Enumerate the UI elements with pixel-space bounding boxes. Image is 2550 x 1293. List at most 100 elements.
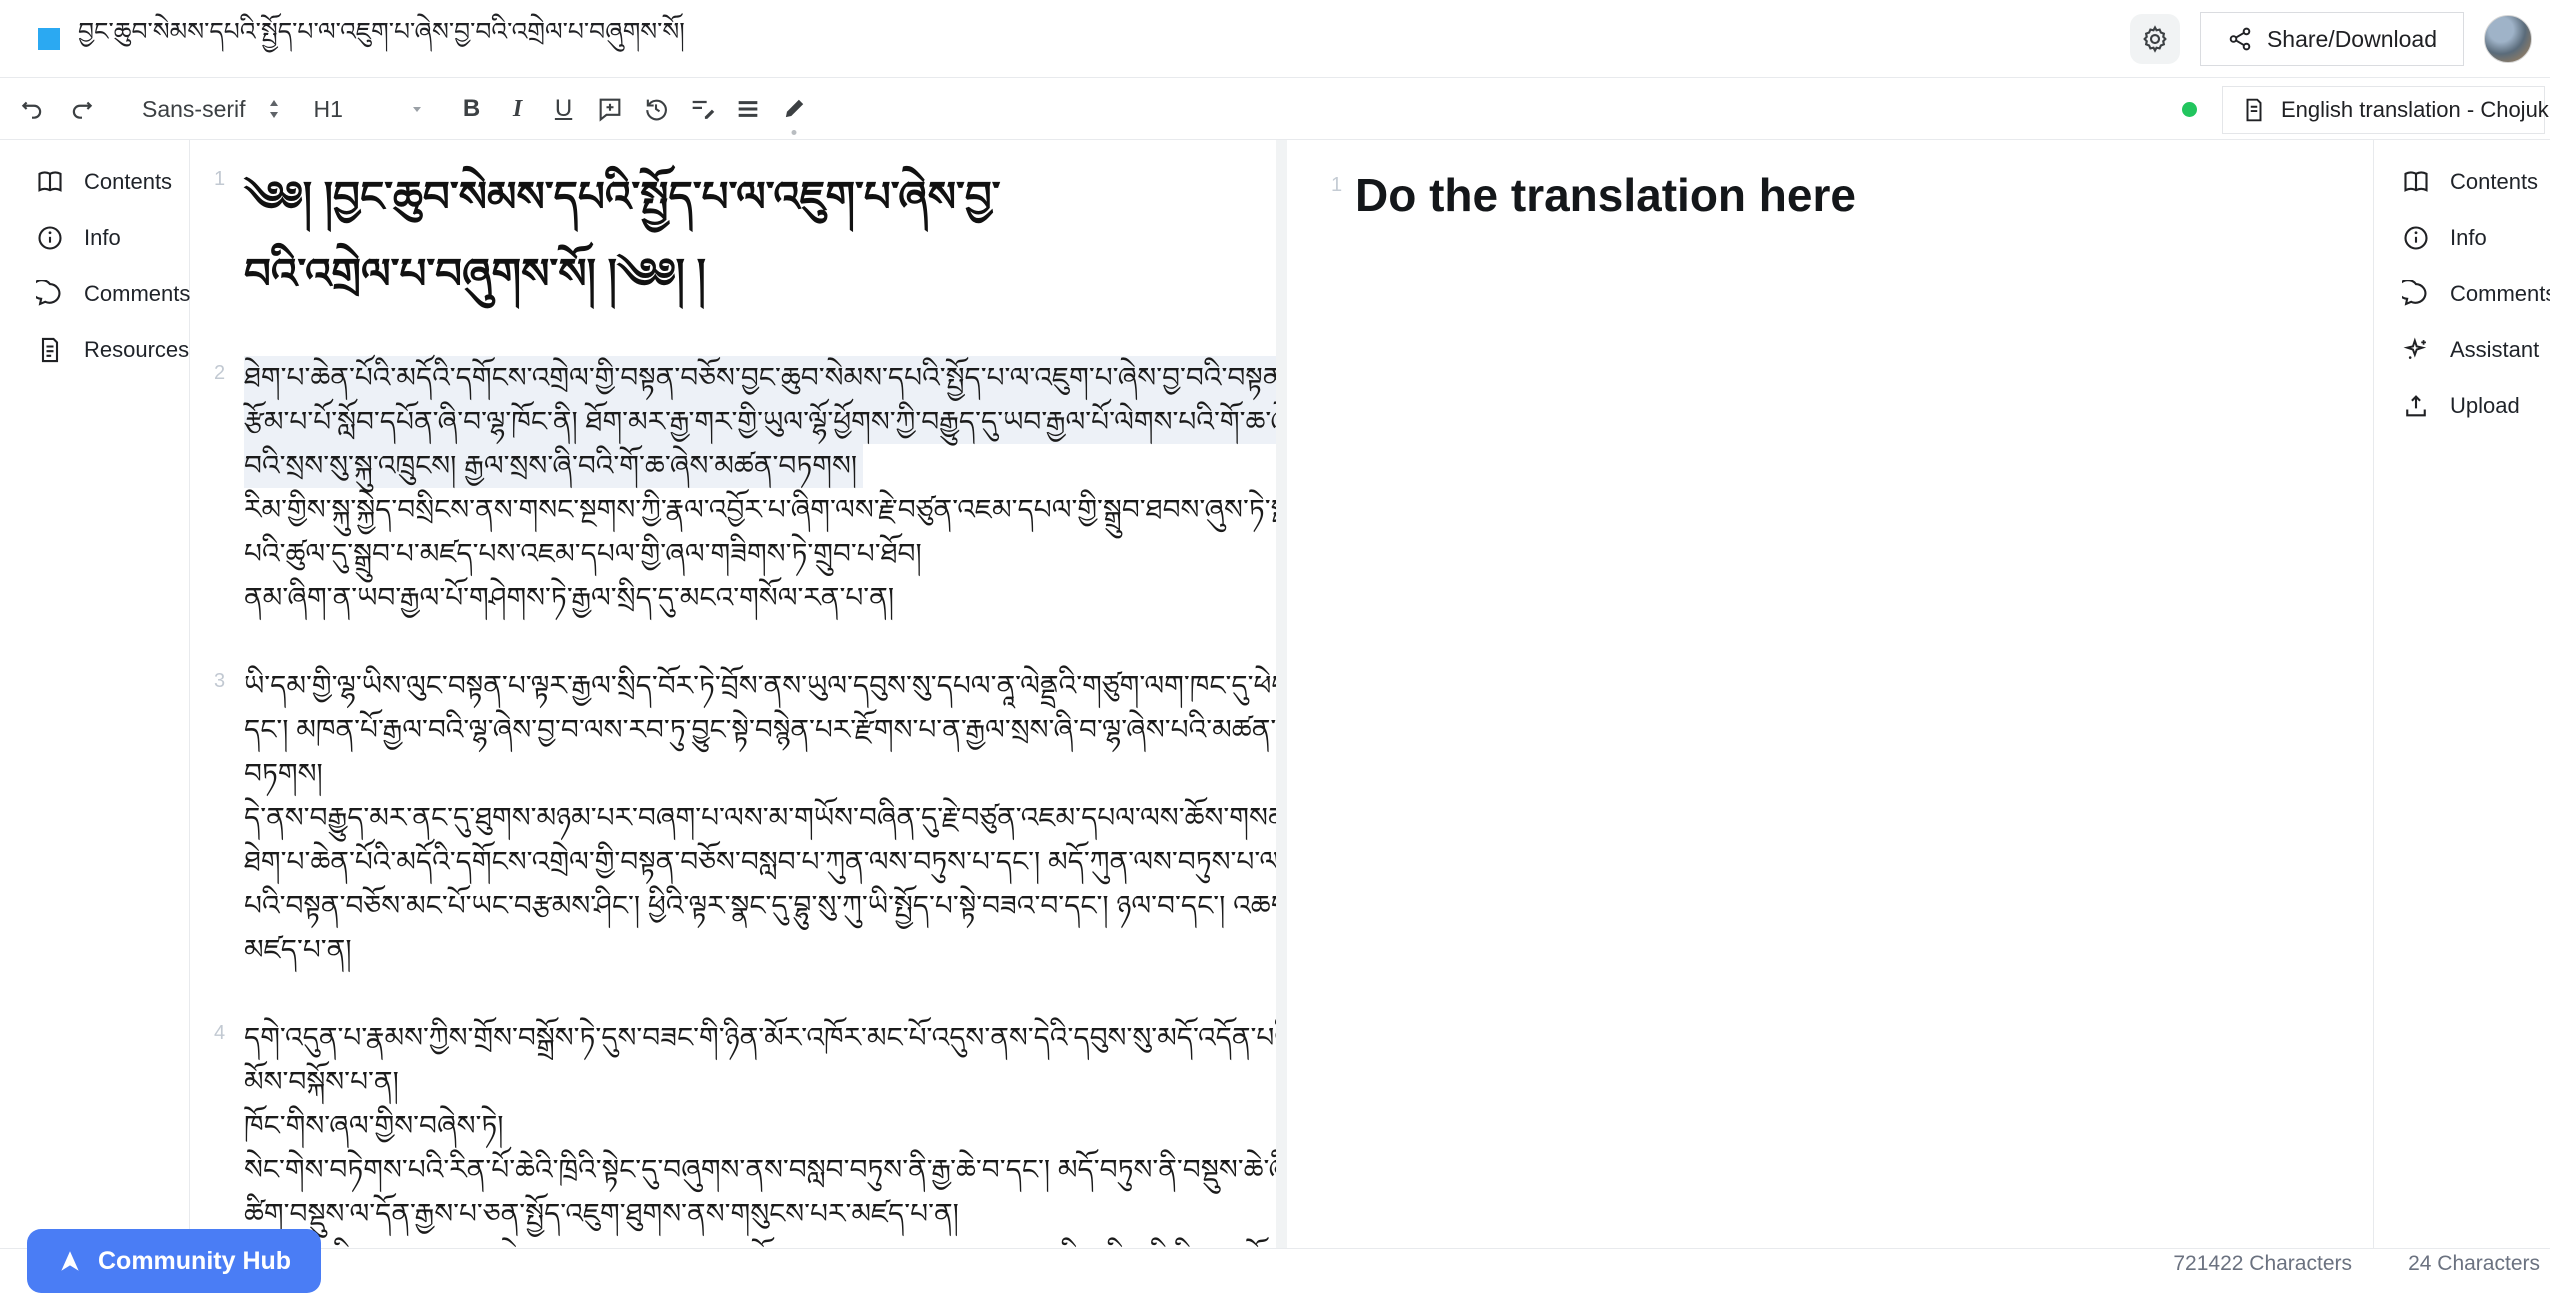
- target-heading-text: Do the translation here: [1355, 166, 1856, 224]
- paragraph-style-value: H1: [314, 96, 343, 123]
- tibetan-text-line: པའི་བསྟན་བཅོས་མང་པོ་ཡང་བརྩམས་ཤིང་། ཕྱིའི…: [244, 884, 1276, 928]
- settings-button[interactable]: [2130, 14, 2180, 64]
- target-document-editor[interactable]: 1 Do the translation here: [1287, 140, 2373, 1248]
- left-sidebar-item-label: Resources: [84, 337, 189, 363]
- comment-add-icon: [596, 95, 624, 123]
- tibetan-text-line: ལས་ཅན་གྱི་གང་ཟག་འགའ་རེས་འཇམ་དཔལ་དབྱངས་དང…: [244, 1236, 1276, 1248]
- target-document-label: English translation - Chojuk: [2281, 97, 2549, 123]
- paragraph-number: 4: [214, 1016, 242, 1045]
- right-sidebar-item-comments[interactable]: Comments: [2374, 266, 2550, 322]
- comment-icon: [2402, 280, 2430, 308]
- tibetan-text-line-highlighted: བའི་སྲས་སུ་སྐུ་འཁྲུངས། རྒྱལ་སྲས་ཞི་བའི་ག…: [244, 444, 863, 488]
- target-character-count: 24 Characters: [2408, 1249, 2540, 1281]
- left-sidebar-item-info[interactable]: Info: [0, 210, 189, 266]
- left-sidebar: Contents Info Comments Resources: [0, 140, 190, 1248]
- right-sidebar: Contents Info Comments Assistant Upload: [2373, 140, 2550, 1248]
- left-sidebar-item-contents[interactable]: Contents: [0, 154, 189, 210]
- document-title: བྱང་ཆུབ་སེམས་དཔའི་སྤྱོད་པ་ལ་འཇུག་པ་ཞེས་བ…: [78, 3, 685, 74]
- add-comment-button[interactable]: [592, 87, 628, 131]
- tibetan-text-line: མོས་བསྐོས་པ་ན།: [244, 1060, 1276, 1104]
- pen-icon: [781, 96, 807, 122]
- editor-scrollbar[interactable]: [1276, 140, 1287, 1248]
- pen-button[interactable]: [776, 87, 812, 131]
- source-paragraph[interactable]: 2ཐེག་པ་ཆེན་པོའི་མདོའི་དགོངས་འགྲེལ་གྱི་བས…: [190, 356, 1276, 620]
- chevron-down-icon: [410, 102, 424, 116]
- paragraph-style-select[interactable]: H1: [314, 96, 424, 123]
- left-sidebar-item-label: Comments: [84, 281, 190, 307]
- right-sidebar-item-contents[interactable]: Contents: [2374, 154, 2550, 210]
- tibetan-text-line: སེང་གེས་བཏེགས་པའི་རིན་པོ་ཆེའི་ཁྲིའི་སྟེང…: [244, 1148, 1276, 1192]
- left-sidebar-item-comments[interactable]: Comments: [0, 266, 189, 322]
- left-sidebar-item-label: Contents: [84, 169, 172, 195]
- underline-button[interactable]: U: [546, 87, 582, 131]
- book-icon: [2402, 168, 2430, 196]
- user-avatar[interactable]: [2484, 15, 2532, 63]
- resources-icon: [36, 336, 64, 364]
- tibetan-text-line: བཏགས།: [244, 752, 1276, 796]
- right-sidebar-item-label: Info: [2450, 225, 2487, 251]
- pen-color-dot: [791, 130, 796, 135]
- share-icon: [2227, 26, 2253, 52]
- tibetan-text-line-highlighted: ཐེག་པ་ཆེན་པོའི་མདོའི་དགོངས་འགྲེལ་གྱི་བསྟ…: [244, 356, 1276, 400]
- source-character-count: 721422 Characters: [2173, 1249, 2352, 1281]
- tibetan-text-line: དང་། མཁན་པོ་རྒྱལ་བའི་ལྷ་ཞེས་བྱ་བ་ལས་རབ་ཏ…: [244, 708, 1276, 752]
- source-paragraph[interactable]: 1༄༅། །བྱང་ཆུབ་སེམས་དཔའི་སྤྱོད་པ་ལ་འཇུག་པ…: [190, 158, 1276, 312]
- tibetan-text-line: ཁོང་གིས་ཞལ་གྱིས་བཞེས་ཏེ།: [244, 1104, 1276, 1148]
- tibetan-text-line: པའི་ཚུལ་དུ་སྒྲུབ་པ་མཛད་པས་འཇམ་དཔལ་གྱི་ཞལ…: [244, 532, 1276, 576]
- undo-button[interactable]: [14, 87, 50, 131]
- tibetan-text-line: ༄༅། །བྱང་ཆུབ་སེམས་དཔའི་སྤྱོད་པ་ལ་འཇུག་པ་…: [244, 158, 1001, 235]
- font-family-select[interactable]: Sans-serif: [142, 96, 282, 123]
- status-bar: 721422 Characters 24 Characters: [0, 1248, 2550, 1280]
- target-document-selector[interactable]: English translation - Chojuk: [2222, 86, 2545, 134]
- tibetan-text-line: བའི་འགྲེལ་པ་བཞུགས་སོ། །༄༅། །: [244, 235, 1001, 312]
- document-icon: [2241, 97, 2267, 123]
- font-family-value: Sans-serif: [142, 96, 246, 123]
- book-icon: [36, 168, 64, 196]
- paragraph-number: 3: [214, 664, 242, 693]
- edit-lines-icon: [688, 95, 716, 123]
- right-sidebar-item-info[interactable]: Info: [2374, 210, 2550, 266]
- sparkle-icon: [2402, 336, 2430, 364]
- share-download-button[interactable]: Share/Download: [2200, 12, 2464, 66]
- right-sidebar-item-assistant[interactable]: Assistant: [2374, 322, 2550, 378]
- tibetan-text-line: རིམ་གྱིས་སྐུ་སྐྱེད་བསྲིངས་ནས་གསང་སྔགས་ཀྱ…: [244, 488, 1276, 532]
- suggest-edits-button[interactable]: [684, 87, 720, 131]
- source-paragraph[interactable]: 4དགེ་འདུན་པ་རྣམས་ཀྱིས་གྲོས་བསྒྲོས་ཏེ་དུས…: [190, 1016, 1276, 1248]
- gear-icon: [2140, 24, 2170, 54]
- menu-button[interactable]: [730, 87, 766, 131]
- community-hub-label: Community Hub: [98, 1247, 291, 1276]
- italic-button[interactable]: I: [500, 87, 536, 131]
- app-header: བྱང་ཆུབ་སེམས་དཔའི་སྤྱོད་པ་ལ་འཇུག་པ་ཞེས་བ…: [0, 0, 2550, 78]
- history-icon: [642, 95, 670, 123]
- paragraph-number: 1: [214, 158, 242, 191]
- right-sidebar-item-label: Assistant: [2450, 337, 2539, 363]
- upload-icon: [2402, 392, 2430, 420]
- right-sidebar-item-label: Comments: [2450, 281, 2550, 307]
- source-paragraph[interactable]: 3ཡི་དམ་གྱི་ལྷ་ཡིས་ལུང་བསྟན་པ་ལྟར་རྒྱལ་སྲ…: [190, 664, 1276, 972]
- bold-button[interactable]: B: [454, 87, 490, 131]
- history-button[interactable]: [638, 87, 674, 131]
- tibetan-text-line: ནམ་ཞིག་ན་ཡབ་རྒྱལ་པོ་གཤེགས་ཏེ་རྒྱལ་སྲིད་ད…: [244, 576, 1276, 620]
- info-icon: [2402, 224, 2430, 252]
- left-sidebar-item-label: Info: [84, 225, 121, 251]
- sync-status-dot: [2182, 102, 2197, 117]
- cursor-up-icon: [57, 1248, 83, 1274]
- up-down-arrows-icon: [266, 97, 282, 121]
- tibetan-text-line: ཡི་དམ་གྱི་ལྷ་ཡིས་ལུང་བསྟན་པ་ལྟར་རྒྱལ་སྲི…: [244, 664, 1276, 708]
- tibetan-text-line: དགེ་འདུན་པ་རྣམས་ཀྱིས་གྲོས་བསྒྲོས་ཏེ་དུས་…: [244, 1016, 1276, 1060]
- left-sidebar-item-resources[interactable]: Resources: [0, 322, 189, 378]
- redo-button[interactable]: [64, 87, 100, 131]
- comment-icon: [36, 280, 64, 308]
- share-download-label: Share/Download: [2267, 26, 2437, 53]
- tibetan-text-line: ཚིག་བསྡུས་ལ་དོན་རྒྱས་པ་ཅན་སྤྱོད་འཇུག་ཐུག…: [244, 1192, 1276, 1236]
- paragraph-number: 2: [214, 356, 242, 385]
- hamburger-menu-icon: [734, 95, 762, 123]
- paragraph-number: 1: [1331, 166, 1355, 197]
- tibetan-text-line: དེ་ནས་བརྒྱུད་མར་ནང་དུ་ཐུགས་མཉམ་པར་བཞག་པ་…: [244, 796, 1276, 840]
- right-sidebar-item-label: Upload: [2450, 393, 2520, 419]
- info-icon: [36, 224, 64, 252]
- editor-toolbar: Sans-serif H1 B I U: [0, 79, 2550, 140]
- right-sidebar-item-upload[interactable]: Upload: [2374, 378, 2550, 434]
- community-hub-button[interactable]: Community Hub: [27, 1229, 321, 1293]
- source-document-editor[interactable]: 1༄༅། །བྱང་ཆུབ་སེམས་དཔའི་སྤྱོད་པ་ལ་འཇུག་པ…: [190, 140, 1276, 1248]
